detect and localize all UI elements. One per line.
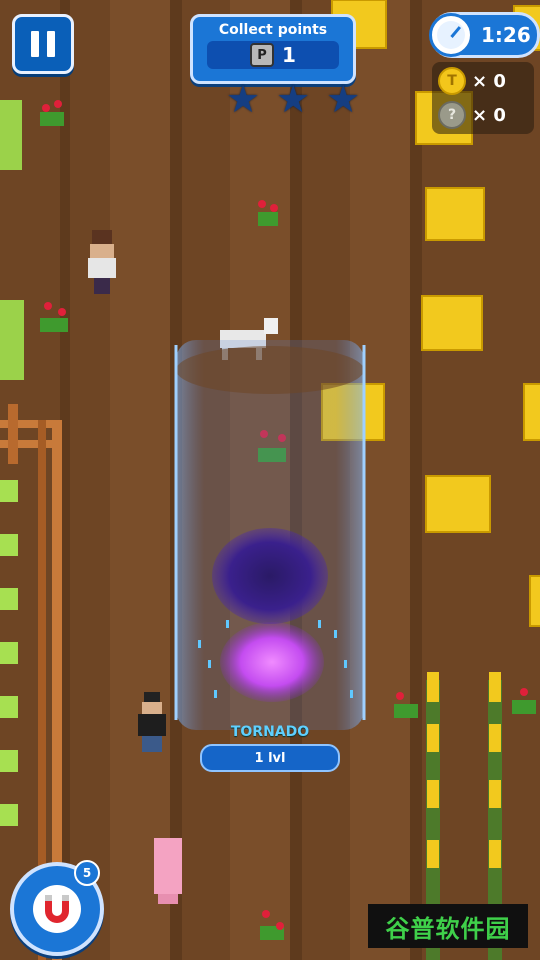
star-icon: ★ [326,77,361,121]
pause-icon [27,31,59,57]
game-scene [0,0,540,960]
timer-badge: 1:26 [429,12,540,58]
pause-button[interactable] [12,14,74,74]
coin-icon: T [438,67,466,95]
magnet-count-badge: 5 [74,860,100,886]
points-icon: P [250,43,275,67]
star-rating: ★ ★ ★ [226,80,360,118]
star-icon: ★ [276,77,311,121]
tornado-effect [174,340,366,730]
collect-points-value: 1 [282,43,296,67]
timer-value: 1:26 [481,23,531,47]
magnet-icon [33,885,81,933]
coin-counter: T × 0 [438,66,534,96]
question-mark-icon: ? [438,101,466,129]
collectibles-counter: T × 0 ? × 0 [432,62,534,134]
powerup-name: TORNADO [230,724,310,740]
powerup-level: 1 lvl [200,744,340,772]
watermark-logo: 谷普软件园 [368,904,528,948]
coin-count: × 0 [472,70,506,92]
collect-points-title: Collect points [218,22,328,38]
star-icon: ★ [226,77,261,121]
mystery-count: × 0 [472,104,506,126]
pig [154,838,182,904]
stopwatch-icon [429,13,473,57]
collect-points-counter: P 1 [207,41,339,69]
mystery-counter: ? × 0 [438,100,534,130]
collect-points-panel: Collect points P 1 [190,14,356,84]
